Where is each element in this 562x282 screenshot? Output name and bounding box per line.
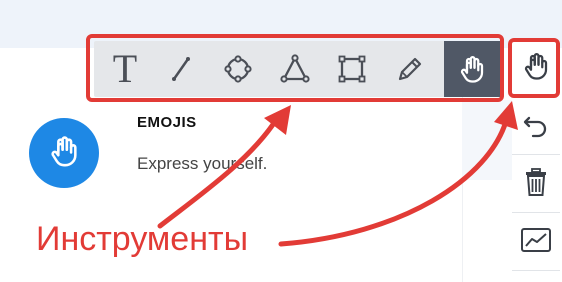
trash-icon [521, 166, 551, 203]
right-panel-shade [462, 100, 512, 180]
side-divider [512, 270, 560, 271]
delete-button[interactable] [512, 158, 560, 210]
card-subtitle: Express yourself. [137, 154, 268, 173]
hand-button-highlight-outline [508, 38, 560, 98]
card-title: EMOJIS [137, 114, 197, 131]
side-divider [512, 154, 560, 155]
annotation-label: Инструменты [36, 220, 249, 258]
chart-icon [519, 225, 553, 260]
side-divider [512, 212, 560, 213]
undo-icon [520, 108, 552, 145]
hand-icon [47, 134, 81, 173]
emoji-avatar[interactable] [29, 118, 99, 188]
undo-button[interactable] [512, 100, 560, 152]
toolbar-highlight-outline [86, 34, 504, 102]
chart-button[interactable] [512, 216, 560, 268]
